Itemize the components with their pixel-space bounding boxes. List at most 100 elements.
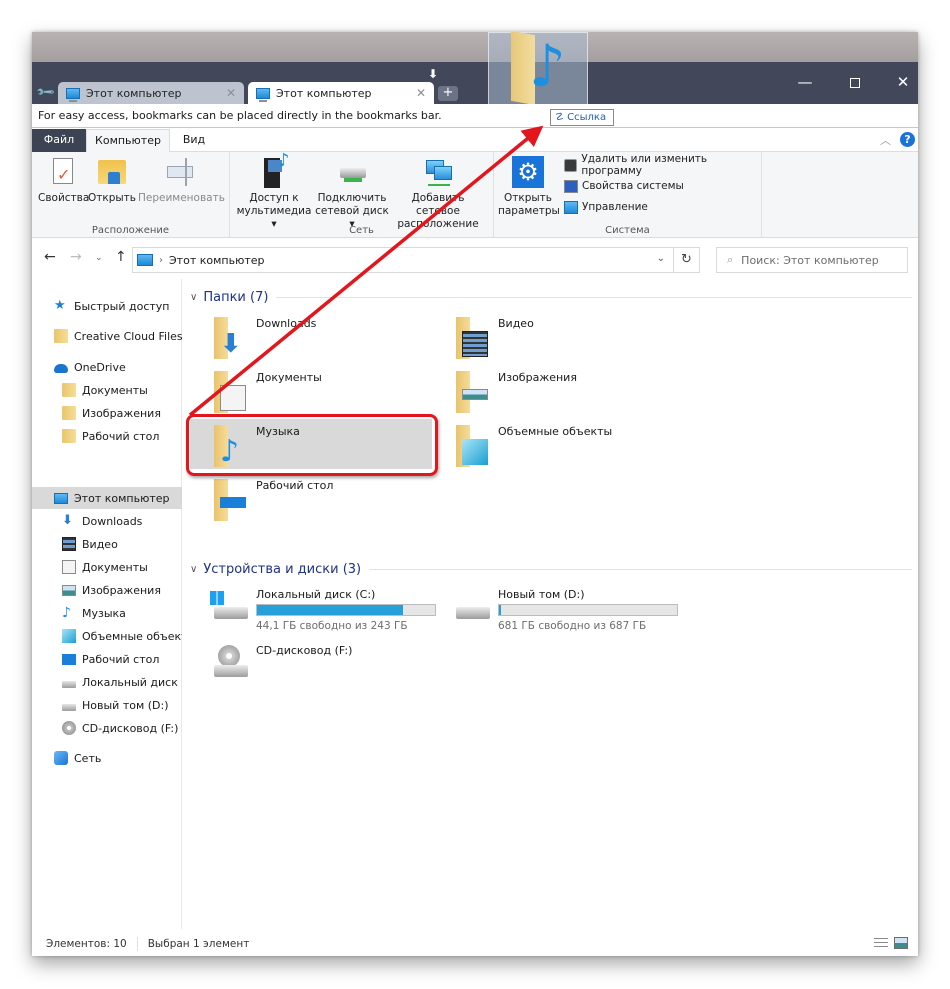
tab-view[interactable]: Вид [174, 129, 214, 152]
sidebar-label: CD-дисковод (F:) [82, 721, 179, 735]
sidebar-item-documents[interactable]: Документы [32, 556, 182, 578]
drive-tile-cd-f[interactable]: CD-дисковод (F:) [190, 641, 430, 691]
wrench-icon[interactable]: 🔧 [35, 82, 55, 102]
drive-free-space: 681 ГБ свободно из 687 ГБ [498, 620, 647, 632]
drive-usage-bar [256, 604, 436, 616]
folders-header-label: Папки (7) [203, 289, 269, 305]
tab-label: Этот компьютер [86, 86, 182, 100]
details-view-icon[interactable] [874, 938, 888, 950]
collapse-ribbon-icon[interactable]: ︿ [880, 132, 891, 148]
open-settings-button[interactable]: ⚙ Открыть параметры [498, 156, 560, 218]
sidebar-item-downloads[interactable]: ⬇ Downloads [32, 510, 182, 532]
sidebar-item-3d-objects[interactable]: Объемные объект [32, 625, 182, 647]
tab-computer[interactable]: Компьютер [86, 129, 170, 153]
sidebar-item-creative-cloud[interactable]: Creative Cloud Files [32, 325, 182, 347]
rename-label: Переименовать [138, 192, 225, 204]
map-drive-label-1: Подключить [317, 192, 387, 204]
sidebar-item-onedrive[interactable]: OneDrive [32, 356, 182, 378]
drive-usage-fill [499, 605, 501, 615]
folder-tile-desktop[interactable]: Рабочий стол [190, 473, 432, 523]
sidebar-item-onedrive-pictures[interactable]: Изображения [32, 402, 182, 424]
forward-arrow-icon[interactable]: → [70, 249, 82, 265]
tab-file[interactable]: Файл [32, 129, 86, 152]
sidebar-item-quick-access[interactable]: ★ Быстрый доступ [32, 295, 182, 317]
video-icon [62, 537, 76, 551]
folder-icon: ⬇ [210, 317, 250, 359]
sidebar-item-onedrive-documents[interactable]: Документы [32, 379, 182, 401]
refresh-button[interactable]: ↻ [674, 247, 700, 273]
sidebar-label: Рабочий стол [82, 652, 160, 666]
drive-tile-local-c[interactable]: Локальный диск (C:) 44,1 ГБ свободно из … [190, 585, 436, 635]
properties-button[interactable]: ✓ Свойства [38, 156, 89, 205]
uninstall-program-button[interactable]: Удалить или изменить программу [564, 153, 761, 177]
folder-tile-music[interactable]: ♪ Музыка [190, 419, 432, 469]
folder-icon [452, 371, 492, 413]
address-dropdown-icon[interactable]: ⌄ [657, 253, 665, 264]
folder-name: Документы [256, 371, 322, 384]
properties-icon: ✓ [47, 156, 79, 188]
folder-tile-pictures[interactable]: Изображения [432, 365, 674, 415]
close-tab-icon[interactable]: ✕ [416, 86, 426, 100]
drop-link-badge: ☡ Ссылка [550, 109, 614, 126]
sidebar-item-desktop[interactable]: Рабочий стол [32, 648, 182, 670]
breadcrumb-this-pc[interactable]: Этот компьютер [169, 254, 265, 267]
folders-group-header[interactable]: ∨ Папки (7) [190, 287, 912, 307]
sidebar-item-pictures[interactable]: Изображения [32, 579, 182, 601]
document-icon [62, 560, 76, 574]
search-input[interactable]: ⌕ Поиск: Этот компьютер [716, 247, 908, 273]
media-access-button[interactable]: ♪ Доступ к мультимедиа ▾ [234, 152, 314, 231]
map-network-drive-button[interactable]: Подключить сетевой диск ▾ [314, 156, 390, 231]
ribbon: ✓ Свойства Открыть Переименовать Располо… [32, 152, 918, 238]
folder-tile-documents[interactable]: Документы [190, 365, 432, 415]
folder-tile-videos[interactable]: Видео [432, 311, 674, 361]
address-bar[interactable]: › Этот компьютер ⌄ [132, 247, 674, 273]
recent-locations-chevron-icon[interactable]: ⌄ [95, 253, 103, 263]
tab-this-pc-2[interactable]: Этот компьютер ✕ [248, 82, 434, 104]
close-button[interactable]: ✕ [888, 70, 918, 94]
sidebar-item-cd-drive-f[interactable]: CD-дисковод (F:) [32, 717, 182, 739]
drag-ghost-music-folder: ♪ [488, 32, 588, 106]
new-tab-button[interactable]: + [438, 86, 458, 101]
add-network-location-button[interactable]: Добавить сетевое расположение [390, 156, 486, 231]
sidebar-label: Новый том (D:) [82, 698, 169, 712]
bookmarks-bar: For easy access, bookmarks can be placed… [32, 104, 918, 128]
drive-free-space: 44,1 ГБ свободно из 243 ГБ [256, 620, 408, 632]
ribbon-tabs: Файл Компьютер Вид ︿ ? [32, 129, 918, 153]
minimize-button[interactable]: — [790, 70, 820, 94]
tab-this-pc-1[interactable]: Этот компьютер ✕ [58, 82, 244, 104]
sidebar-item-local-disk-c[interactable]: Локальный диск (С [32, 671, 182, 693]
folder-tile-3d-objects[interactable]: Объемные объекты [432, 419, 674, 469]
open-button[interactable]: Открыть [88, 156, 136, 205]
folder-tile-downloads[interactable]: ⬇ Downloads [190, 311, 432, 361]
sidebar-item-new-volume-d[interactable]: Новый том (D:) [32, 694, 182, 716]
sidebar-item-this-pc[interactable]: Этот компьютер [32, 487, 182, 509]
sidebar-label: Видео [82, 537, 118, 551]
rename-button[interactable]: Переименовать [138, 156, 225, 205]
network-drive-icon [336, 156, 368, 188]
collapse-chevron-icon[interactable]: ∨ [190, 292, 197, 303]
manage-icon [564, 200, 578, 214]
back-arrow-icon[interactable]: ← [44, 249, 56, 265]
up-arrow-icon[interactable]: ↑ [115, 249, 127, 265]
large-icons-view-icon[interactable] [894, 937, 908, 949]
sidebar-item-music[interactable]: ♪ Музыка [32, 602, 182, 624]
sidebar-label: Creative Cloud Files [74, 329, 182, 343]
uninstall-icon [564, 158, 578, 172]
sidebar-item-videos[interactable]: Видео [32, 533, 182, 555]
3d-objects-icon [462, 439, 488, 465]
drive-tile-new-volume-d[interactable]: Новый том (D:) 681 ГБ свободно из 687 ГБ [432, 585, 678, 635]
manage-button[interactable]: Управление [564, 198, 648, 216]
help-icon[interactable]: ? [900, 132, 915, 147]
link-icon: ☡ [555, 112, 568, 123]
collapse-chevron-icon[interactable]: ∨ [190, 564, 197, 575]
sidebar-item-network[interactable]: Сеть [32, 747, 182, 769]
folder-name: Downloads [256, 317, 317, 330]
sidebar-label: Downloads [82, 514, 143, 528]
maximize-button[interactable] [840, 70, 870, 94]
system-properties-button[interactable]: Свойства системы [564, 177, 684, 195]
close-tab-icon[interactable]: ✕ [226, 86, 236, 100]
drive-usage-bar [498, 604, 678, 616]
sidebar-item-onedrive-desktop[interactable]: Рабочий стол [32, 425, 182, 447]
devices-group-header[interactable]: ∨ Устройства и диски (3) [190, 559, 912, 579]
system-properties-icon [564, 179, 578, 193]
